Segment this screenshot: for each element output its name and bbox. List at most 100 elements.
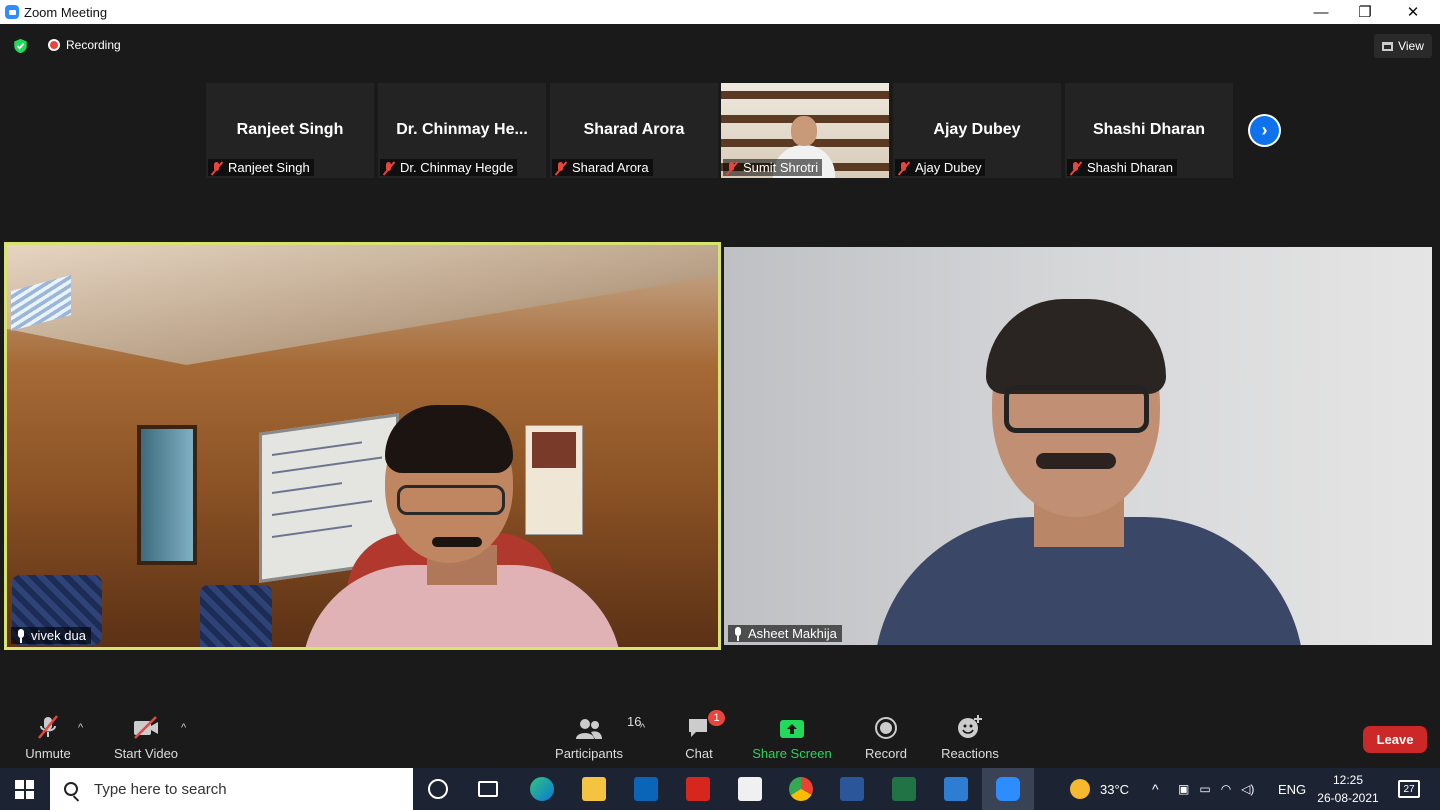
participant-label: Shashi Dharan xyxy=(1067,159,1177,176)
video-tile-active-speaker[interactable]: vivek dua xyxy=(4,242,721,650)
participant-label: Sumit Shrotri xyxy=(723,159,823,176)
leave-button[interactable]: Leave xyxy=(1363,726,1427,753)
participant-tile-video[interactable]: Sumit Shrotri xyxy=(721,83,889,178)
battery-icon[interactable]: ▭ xyxy=(1199,782,1210,796)
weather-widget[interactable]: 33°C xyxy=(1070,768,1129,810)
mic-icon xyxy=(16,628,26,643)
notification-center[interactable]: 27 xyxy=(1398,768,1420,810)
participant-tile[interactable]: Dr. Chinmay He... Dr. Chinmay Hegde xyxy=(378,83,546,178)
participant-name-large: Dr. Chinmay He... xyxy=(396,121,528,138)
video-tile[interactable]: Asheet Makhija xyxy=(724,247,1432,645)
tray-overflow-caret[interactable]: ^ xyxy=(1152,768,1159,810)
language-indicator[interactable]: ENG xyxy=(1278,768,1306,810)
participant-name-large: Shashi Dharan xyxy=(1092,121,1206,138)
system-tray-icons[interactable]: ▣ ▭ ◠ ◁) xyxy=(1178,768,1254,810)
participant-label: Sharad Arora xyxy=(552,159,653,176)
reactions-label: Reactions xyxy=(941,746,999,761)
participant-tile[interactable]: Ranjeet Singh Ranjeet Singh xyxy=(206,83,374,178)
mic-muted-icon xyxy=(725,161,739,175)
task-view-icon[interactable] xyxy=(478,781,498,797)
participant-label-text: Ranjeet Singh xyxy=(228,160,310,175)
record-icon xyxy=(873,714,899,740)
security-shield-icon[interactable] xyxy=(13,38,28,54)
share-screen-button[interactable]: Share Screen xyxy=(752,714,832,761)
next-page-button[interactable]: › xyxy=(1248,114,1281,147)
participant-tile[interactable]: Ajay Dubey Ajay Dubey xyxy=(893,83,1061,178)
wall-calendar xyxy=(525,425,583,535)
participants-label: Participants xyxy=(555,746,623,761)
participant-label: Ranjeet Singh xyxy=(208,159,314,176)
video-name-label: vivek dua xyxy=(11,627,91,644)
share-screen-icon xyxy=(778,714,806,740)
word-icon[interactable] xyxy=(840,777,864,801)
taskbar-search-box[interactable]: Type here to search xyxy=(50,768,413,810)
wifi-icon[interactable]: ◠ xyxy=(1221,782,1231,796)
record-button[interactable]: Record xyxy=(860,714,912,761)
participant-face xyxy=(791,116,817,146)
participant-label-text: Dr. Chinmay Hegde xyxy=(400,160,514,175)
search-placeholder: Type here to search xyxy=(94,780,227,798)
unmute-label: Unmute xyxy=(25,746,71,761)
windows-start-icon[interactable] xyxy=(15,780,34,799)
grid-view-icon xyxy=(1382,41,1394,51)
participant-label: Ajay Dubey xyxy=(895,159,986,176)
share-screen-label: Share Screen xyxy=(752,746,832,761)
participants-options-caret[interactable]: ^ xyxy=(640,722,645,734)
title-bar: Zoom Meeting — ❐ ✕ xyxy=(0,0,1440,24)
participant-hair xyxy=(385,405,513,473)
view-label: View xyxy=(1398,39,1424,53)
excel-icon[interactable] xyxy=(892,777,916,801)
video-options-caret[interactable]: ^ xyxy=(181,722,186,734)
participant-label-text: Shashi Dharan xyxy=(1087,160,1173,175)
volume-icon[interactable]: ◁) xyxy=(1241,782,1254,796)
clock-date: 26-08-2021 xyxy=(1317,791,1379,805)
close-button[interactable]: ✕ xyxy=(1390,0,1436,24)
mic-muted-icon xyxy=(897,161,911,175)
video-off-icon xyxy=(131,714,161,740)
participant-label-text: Sumit Shrotri xyxy=(743,160,819,175)
notifications-icon: 27 xyxy=(1398,780,1420,798)
chrome-icon[interactable] xyxy=(789,777,813,801)
recording-indicator[interactable]: Recording xyxy=(48,38,121,52)
file-explorer-icon[interactable] xyxy=(582,777,606,801)
mic-muted-icon xyxy=(1069,161,1083,175)
zoom-taskbar-icon[interactable] xyxy=(996,777,1020,801)
reactions-button[interactable]: Reactions xyxy=(940,714,1000,761)
minimize-button[interactable]: — xyxy=(1298,0,1344,24)
sun-cloud-icon xyxy=(1070,779,1090,799)
mic-muted-icon xyxy=(35,714,61,740)
edge-browser-icon[interactable] xyxy=(530,777,554,801)
meet-now-icon[interactable]: ▣ xyxy=(1178,782,1189,796)
microsoft-store-icon[interactable] xyxy=(738,777,762,801)
chevron-right-icon: › xyxy=(1250,116,1279,145)
window-title: Zoom Meeting xyxy=(24,4,108,20)
participant-tile[interactable]: Sharad Arora Sharad Arora xyxy=(550,83,718,178)
taskbar-clock[interactable]: 12:25 26-08-2021 xyxy=(1312,771,1384,807)
participant-label-text: Ajay Dubey xyxy=(915,160,982,175)
participant-tile[interactable]: Shashi Dharan Shashi Dharan xyxy=(1065,83,1233,178)
participant-glasses xyxy=(397,485,505,515)
acrobat-reader-icon[interactable] xyxy=(686,777,710,801)
chair xyxy=(200,585,272,647)
audio-options-caret[interactable]: ^ xyxy=(78,722,83,734)
windows-taskbar: Type here to search 33°C ^ ▣ ▭ ◠ ◁) ENG … xyxy=(0,768,1440,810)
view-button[interactable]: View xyxy=(1374,34,1432,58)
mic-muted-icon xyxy=(382,161,396,175)
mic-muted-icon xyxy=(210,161,224,175)
participant-label-text: Sharad Arora xyxy=(572,160,649,175)
video-name-text: vivek dua xyxy=(31,628,86,643)
participants-icon: 16 xyxy=(575,714,641,740)
recording-label: Recording xyxy=(66,38,121,52)
cortana-icon[interactable] xyxy=(428,779,448,799)
unmute-button[interactable]: Unmute xyxy=(20,714,76,761)
start-video-button[interactable]: Start Video xyxy=(110,714,182,761)
photos-icon[interactable] xyxy=(944,777,968,801)
participant-label: Dr. Chinmay Hegde xyxy=(380,159,518,176)
participants-button[interactable]: 16 Participants xyxy=(552,714,641,761)
outlook-icon[interactable] xyxy=(634,777,658,801)
chat-button[interactable]: 1 Chat xyxy=(679,710,725,761)
participant-name-large: Ranjeet Singh xyxy=(236,121,344,138)
participant-moustache xyxy=(1036,453,1116,469)
restore-button[interactable]: ❐ xyxy=(1342,0,1388,24)
meeting-area: Recording View Ranjeet Singh Ranjeet Sin… xyxy=(0,24,1440,768)
